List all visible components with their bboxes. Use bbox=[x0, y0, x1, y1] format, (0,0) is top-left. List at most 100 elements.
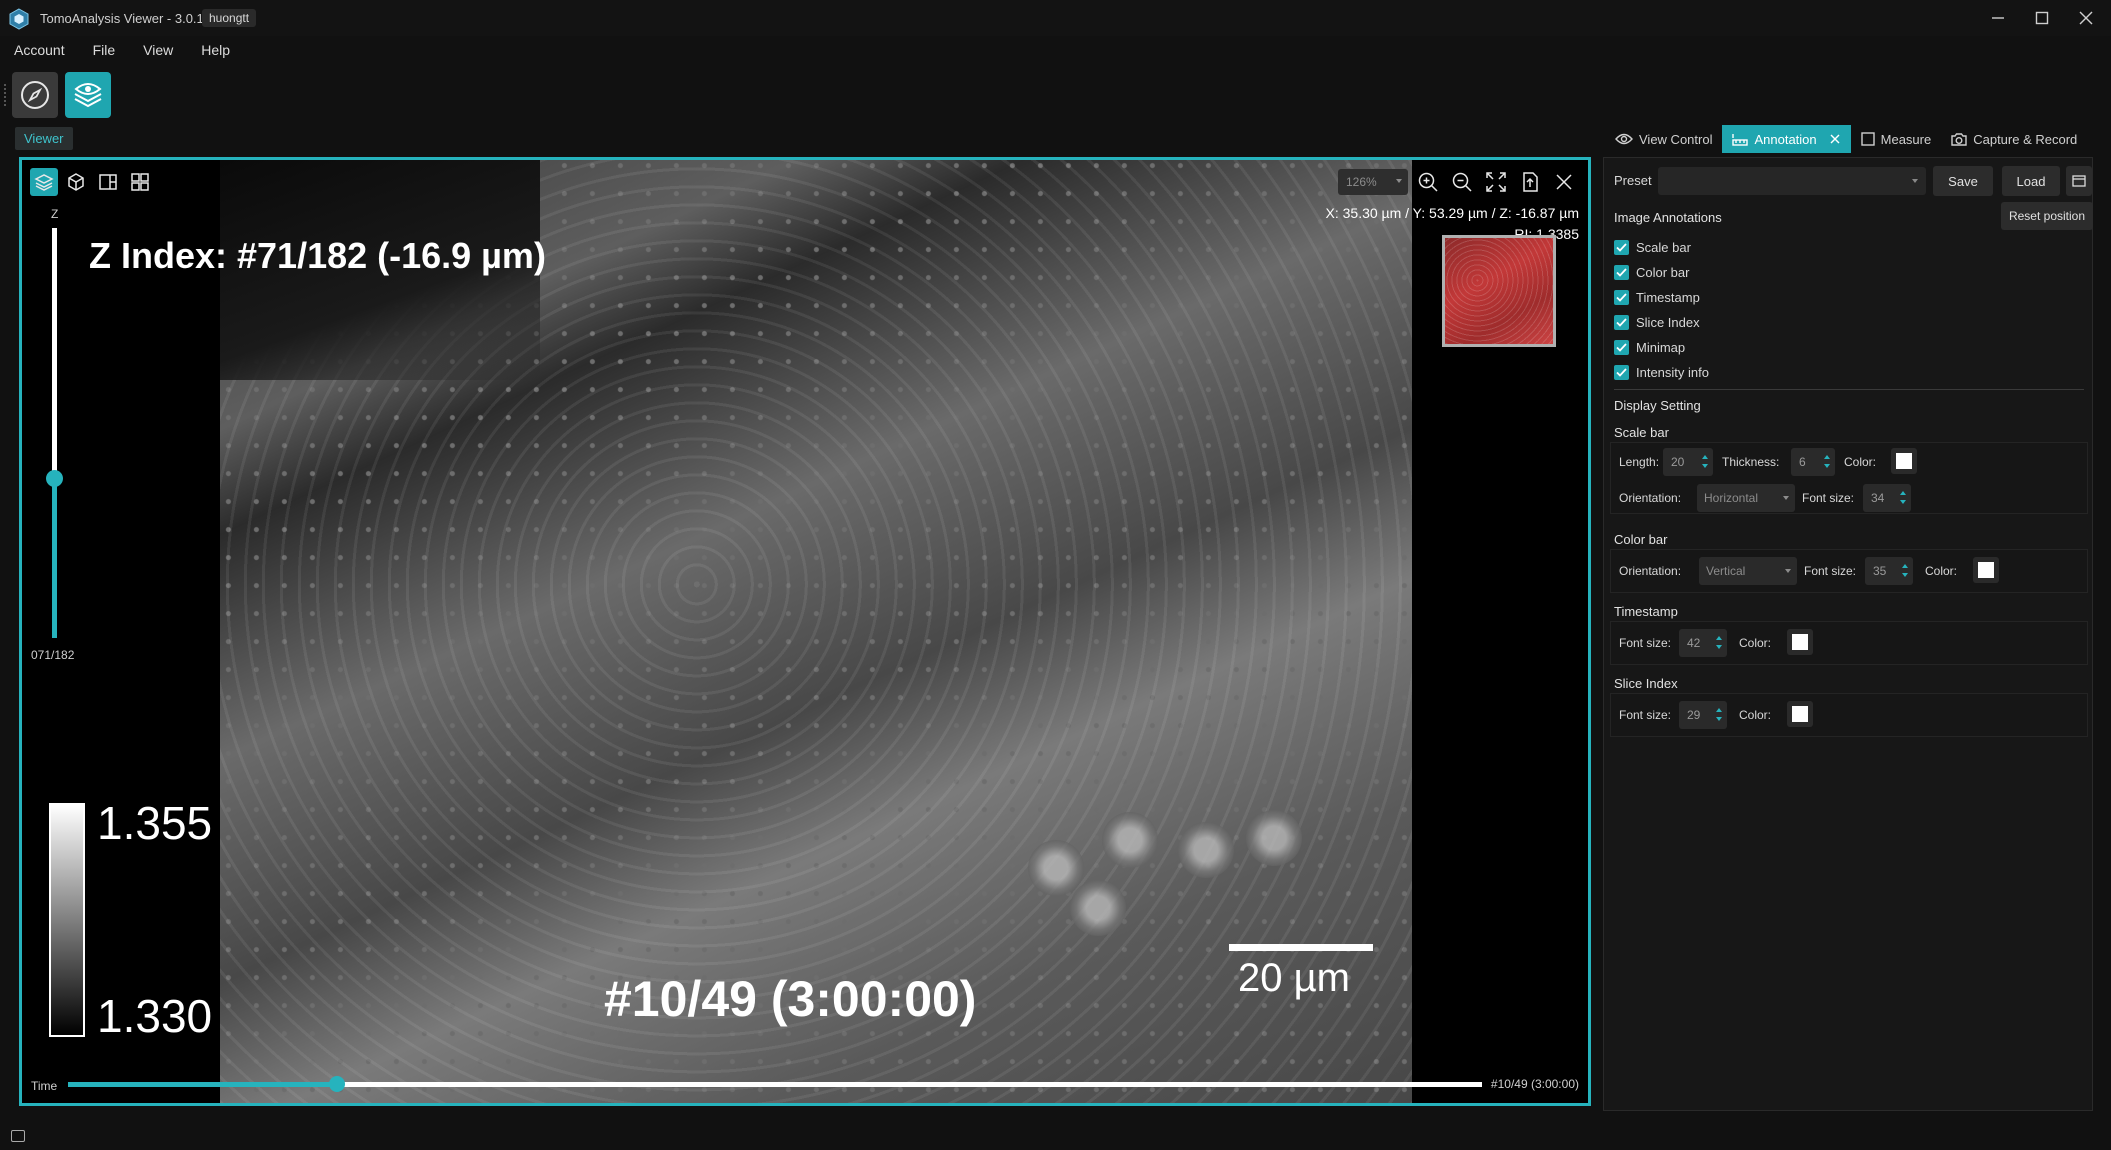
slice-view-button[interactable] bbox=[30, 168, 58, 196]
save-preset-button[interactable]: Save bbox=[1933, 166, 1993, 196]
eye-icon bbox=[1615, 133, 1633, 145]
menu-view[interactable]: View bbox=[129, 40, 187, 62]
checkbox[interactable] bbox=[1614, 315, 1629, 330]
arrow-down-icon[interactable] bbox=[1716, 717, 1722, 721]
reset-position-button[interactable]: Reset position bbox=[2001, 202, 2093, 230]
toolbar-grip[interactable] bbox=[4, 84, 7, 106]
checkbox[interactable] bbox=[1614, 240, 1629, 255]
arrow-down-icon[interactable] bbox=[1716, 645, 1722, 649]
intensity-info-toggle[interactable]: Intensity info bbox=[1614, 365, 1709, 380]
checkbox[interactable] bbox=[1614, 290, 1629, 305]
timestamp-overlay[interactable]: #10/49 (3:00:00) bbox=[604, 970, 976, 1028]
timestamp-toggle[interactable]: Timestamp bbox=[1614, 290, 1700, 305]
chevron-down-icon bbox=[1785, 569, 1791, 573]
close-tab-icon[interactable] bbox=[1829, 133, 1841, 145]
arrow-down-icon[interactable] bbox=[1902, 573, 1908, 577]
zoom-in-button[interactable] bbox=[1414, 168, 1442, 196]
z-slider[interactable] bbox=[52, 228, 57, 638]
zoom-out-button[interactable] bbox=[1448, 168, 1476, 196]
minimap[interactable] bbox=[1442, 235, 1556, 347]
checkbox-label: Intensity info bbox=[1636, 365, 1709, 380]
timestamp-color-swatch[interactable] bbox=[1787, 629, 1813, 655]
grid-view-button[interactable] bbox=[126, 168, 154, 196]
thickness-spinbox[interactable]: 6 bbox=[1791, 448, 1835, 476]
color-bar-color-swatch[interactable] bbox=[1973, 557, 1999, 583]
fit-to-window-button[interactable] bbox=[1482, 168, 1510, 196]
arrow-down-icon[interactable] bbox=[1900, 500, 1906, 504]
tab-capture-record[interactable]: Capture & Record bbox=[1941, 125, 2087, 153]
slice-index-heading: Slice Index bbox=[1614, 676, 1678, 691]
menu-account[interactable]: Account bbox=[0, 40, 79, 62]
time-slider[interactable] bbox=[68, 1082, 1482, 1087]
split-view-button[interactable] bbox=[94, 168, 122, 196]
scale-bar-orientation-dropdown[interactable]: Horizontal bbox=[1697, 484, 1795, 512]
menu-help[interactable]: Help bbox=[187, 40, 244, 62]
check-icon bbox=[1616, 318, 1627, 327]
scale-bar-color-swatch[interactable] bbox=[1891, 448, 1917, 474]
arrow-up-icon[interactable] bbox=[1702, 455, 1708, 459]
image-viewport[interactable]: 126% Z 071/182 Z Index: #71/182 (-16.9 µ… bbox=[19, 157, 1591, 1106]
minimap-toggle[interactable]: Minimap bbox=[1614, 340, 1685, 355]
slice-index-overlay[interactable]: Z Index: #71/182 (-16.9 µm) bbox=[89, 235, 546, 277]
tab-viewer[interactable]: Viewer bbox=[15, 127, 73, 150]
display-setting-heading: Display Setting bbox=[1614, 398, 1701, 413]
scale-bar[interactable] bbox=[1229, 944, 1373, 951]
load-preset-button[interactable]: Load bbox=[2002, 166, 2060, 196]
zoom-value: 126% bbox=[1346, 175, 1377, 189]
z-slider-handle[interactable] bbox=[46, 470, 63, 488]
color-bar-heading: Color bar bbox=[1614, 532, 1668, 547]
preset-options-button[interactable] bbox=[2066, 166, 2092, 196]
tab-view-control[interactable]: View Control bbox=[1605, 125, 1722, 153]
close-window-button[interactable] bbox=[2066, 6, 2106, 30]
minimize-button[interactable] bbox=[1978, 6, 2018, 30]
slice-index-color-swatch[interactable] bbox=[1787, 701, 1813, 727]
tab-label: Capture & Record bbox=[1973, 131, 2078, 147]
color-chip bbox=[1792, 706, 1808, 722]
arrow-up-icon[interactable] bbox=[1716, 636, 1722, 640]
close-viewport-button[interactable] bbox=[1550, 168, 1578, 196]
preset-dropdown[interactable] bbox=[1658, 167, 1926, 195]
tomography-image[interactable] bbox=[220, 160, 1412, 1103]
menu-file[interactable]: File bbox=[79, 40, 130, 62]
arrow-down-icon[interactable] bbox=[1824, 464, 1830, 468]
color-bar[interactable] bbox=[49, 803, 85, 1037]
color-bar-font-size-spinbox[interactable]: 35 bbox=[1865, 557, 1913, 585]
export-button[interactable] bbox=[1516, 168, 1544, 196]
z-axis-label: Z bbox=[51, 207, 59, 221]
checkbox-label: Slice Index bbox=[1636, 315, 1700, 330]
image-annotations-heading: Image Annotations bbox=[1614, 210, 1722, 225]
slice-index-toggle[interactable]: Slice Index bbox=[1614, 315, 1700, 330]
color-bar-toggle[interactable]: Color bar bbox=[1614, 265, 1689, 280]
zoom-dropdown[interactable]: 126% bbox=[1338, 169, 1408, 195]
coordinate-readout: X: 35.30 µm / Y: 53.29 µm / Z: -16.87 µm bbox=[1325, 205, 1580, 221]
3d-view-button[interactable] bbox=[62, 168, 90, 196]
scale-bar-font-size-spinbox[interactable]: 34 bbox=[1863, 484, 1911, 512]
checkbox[interactable] bbox=[1614, 340, 1629, 355]
color-label: Color: bbox=[1844, 455, 1877, 469]
scale-bar-toggle[interactable]: Scale bar bbox=[1614, 240, 1691, 255]
navigator-button[interactable] bbox=[12, 72, 58, 118]
checkbox[interactable] bbox=[1614, 365, 1629, 380]
viewer-mode-button[interactable] bbox=[65, 72, 111, 118]
user-badge[interactable]: huongtt bbox=[202, 9, 257, 27]
slice-index-font-size-spinbox[interactable]: 29 bbox=[1679, 701, 1727, 729]
status-message-icon[interactable] bbox=[11, 1130, 25, 1142]
thickness-value: 6 bbox=[1799, 455, 1806, 469]
title-bar: TomoAnalysis Viewer - 3.0.17 huongtt bbox=[0, 0, 2111, 36]
tab-measure[interactable]: Measure bbox=[1851, 125, 1942, 153]
checkbox[interactable] bbox=[1614, 265, 1629, 280]
tab-annotation[interactable]: Annotation bbox=[1722, 125, 1851, 153]
check-icon bbox=[1616, 368, 1627, 377]
arrow-up-icon[interactable] bbox=[1824, 455, 1830, 459]
length-spinbox[interactable]: 20 bbox=[1663, 448, 1713, 476]
arrow-down-icon[interactable] bbox=[1702, 464, 1708, 468]
time-slider-handle[interactable] bbox=[328, 1076, 345, 1092]
arrow-up-icon[interactable] bbox=[1716, 708, 1722, 712]
timestamp-font-size-spinbox[interactable]: 42 bbox=[1679, 629, 1727, 657]
orientation-label: Orientation: bbox=[1619, 564, 1682, 578]
arrow-up-icon[interactable] bbox=[1902, 564, 1908, 568]
arrow-up-icon[interactable] bbox=[1900, 491, 1906, 495]
color-label: Color: bbox=[1739, 636, 1772, 650]
maximize-button[interactable] bbox=[2022, 6, 2062, 30]
color-bar-orientation-dropdown[interactable]: Vertical bbox=[1699, 557, 1797, 585]
